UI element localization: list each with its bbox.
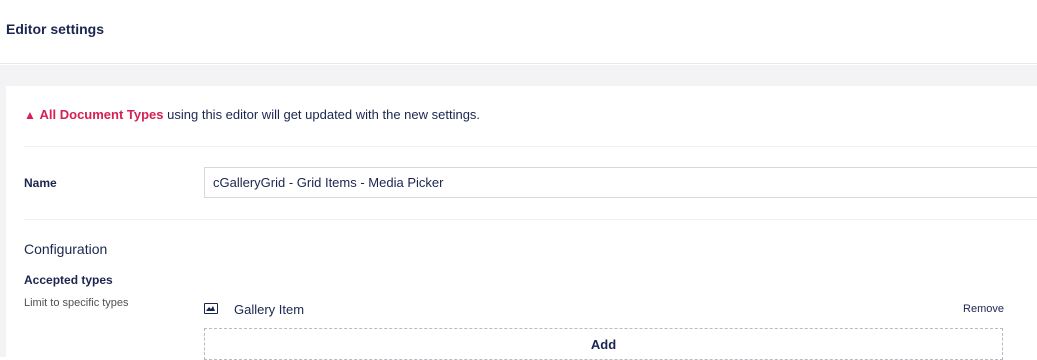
divider: [24, 146, 1037, 147]
accepted-types-description: Limit to specific types: [24, 297, 129, 309]
accepted-type-item: Gallery Item Remove: [204, 302, 1004, 322]
add-type-button[interactable]: Add: [204, 328, 1003, 360]
accepted-types-label: Accepted types: [24, 273, 113, 287]
configuration-heading: Configuration: [24, 241, 108, 257]
warning-message: using this editor will get updated with …: [163, 107, 481, 122]
accepted-type-name: Gallery Item: [234, 302, 305, 317]
editor-header: Editor settings: [0, 0, 1037, 64]
editor-body: ▲ All Document Types using this editor w…: [0, 65, 1037, 360]
name-label: Name: [24, 176, 57, 190]
divider: [24, 219, 1037, 220]
name-input[interactable]: [204, 167, 1037, 198]
update-warning: ▲ All Document Types using this editor w…: [24, 107, 480, 122]
picture-icon: [204, 303, 218, 314]
page-title: Editor settings: [6, 21, 105, 37]
settings-panel: ▲ All Document Types using this editor w…: [6, 86, 1037, 360]
remove-type-button[interactable]: Remove: [963, 303, 1004, 315]
all-document-types-link[interactable]: All Document Types: [40, 107, 164, 122]
warning-icon: ▲: [24, 108, 36, 122]
